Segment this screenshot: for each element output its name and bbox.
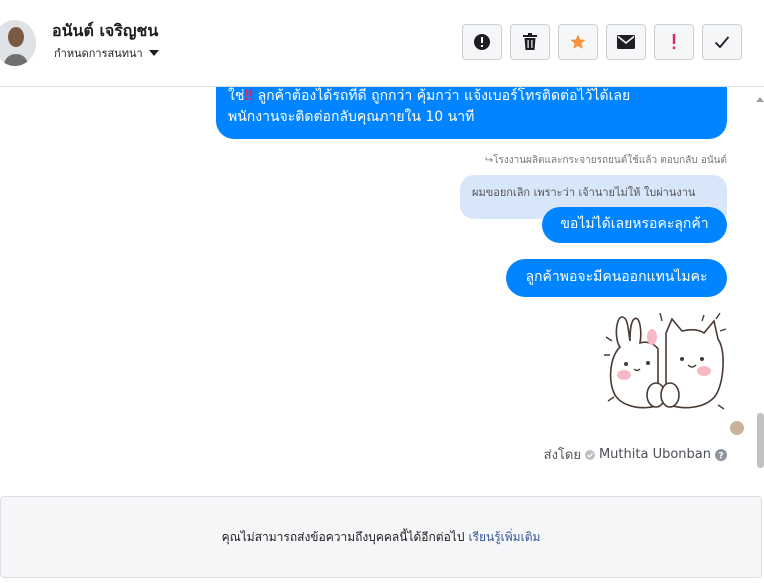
- exclamation-icon: [672, 34, 676, 50]
- conversation-options-label: กำหนดการสนทนา: [54, 47, 143, 60]
- important-button[interactable]: [654, 24, 694, 60]
- caret-down-icon: [148, 50, 159, 56]
- delete-button[interactable]: [510, 24, 550, 60]
- sent-by-label: ส่งโดย: [543, 448, 581, 463]
- scrollbar-up-arrow[interactable]: [756, 97, 764, 102]
- message-thread[interactable]: ใช่‼ ลูกค้าต้องได้รถที่ดี ถูกกว่า คุ้มกว…: [0, 87, 764, 497]
- checkmark-icon: [714, 36, 730, 49]
- mark-unread-button[interactable]: [606, 24, 646, 60]
- blocked-notice-bar: คุณไม่สามารถส่งข้อความถึงบุคคลนี้ได้อีกต…: [0, 496, 762, 578]
- blocked-notice-text: คุณไม่สามารถส่งข้อความถึงบุคคลนี้ได้อีกต…: [221, 529, 465, 544]
- message-line: พนักงานจะติดต่อกลับคุณภายใน 10 นาที: [228, 109, 475, 125]
- seen-avatar: [730, 421, 744, 435]
- learn-more-link[interactable]: เรียนรู้เพิ่มเติม: [468, 528, 540, 547]
- star-button[interactable]: [558, 24, 598, 60]
- message-line: ใช่‼ ลูกค้าต้องได้รถที่ดี ถูกกว่า คุ้มกว…: [228, 87, 715, 107]
- message-bubble-outgoing[interactable]: ใช่‼ ลูกค้าต้องได้รถที่ดี ถูกกว่า คุ้มกว…: [216, 87, 727, 139]
- double-exclamation-icon: ‼: [244, 88, 254, 104]
- reply-note: ↪โรงงานผลิตและกระจายรถยนต์ใช้แล้ว ตอบกลั…: [484, 155, 727, 166]
- check-circle-icon: [584, 449, 595, 460]
- contact-name: อนันต์ เจริญชน: [52, 21, 159, 40]
- bunny-cat-hug-sticker[interactable]: [600, 309, 730, 419]
- conversation-options-dropdown[interactable]: กำหนดการสนทนา: [54, 44, 159, 62]
- contact-avatar[interactable]: [0, 20, 36, 66]
- svg-text:?: ?: [718, 451, 723, 461]
- mark-done-button[interactable]: [702, 24, 742, 60]
- sent-by-name[interactable]: Muthita Ubonban: [599, 447, 711, 462]
- report-button[interactable]: [462, 24, 502, 60]
- help-icon[interactable]: ?: [715, 448, 727, 461]
- trash-icon: [523, 33, 537, 50]
- sent-by-info: ส่งโดย Muthita Ubonban ?: [544, 444, 727, 465]
- message-bubble-outgoing[interactable]: ลูกค้าพอจะมีคนออกแทนไมคะ: [506, 259, 727, 297]
- conversation-header: อนันต์ เจริญชน กำหนดการสนทนา: [0, 0, 764, 87]
- message-bubble-outgoing[interactable]: ขอไม่ได้เลยหรอคะลุกค้า: [542, 207, 727, 243]
- star-icon: [570, 34, 586, 49]
- message-text: ลูกค้าต้องได้รถที่ดี ถูกกว่า คุ้มกว่า แจ…: [253, 88, 631, 104]
- scrollbar-thumb[interactable]: [757, 413, 764, 468]
- message-text: ใช่: [228, 88, 245, 104]
- exclamation-circle-icon: [474, 34, 490, 50]
- envelope-icon: [617, 35, 635, 49]
